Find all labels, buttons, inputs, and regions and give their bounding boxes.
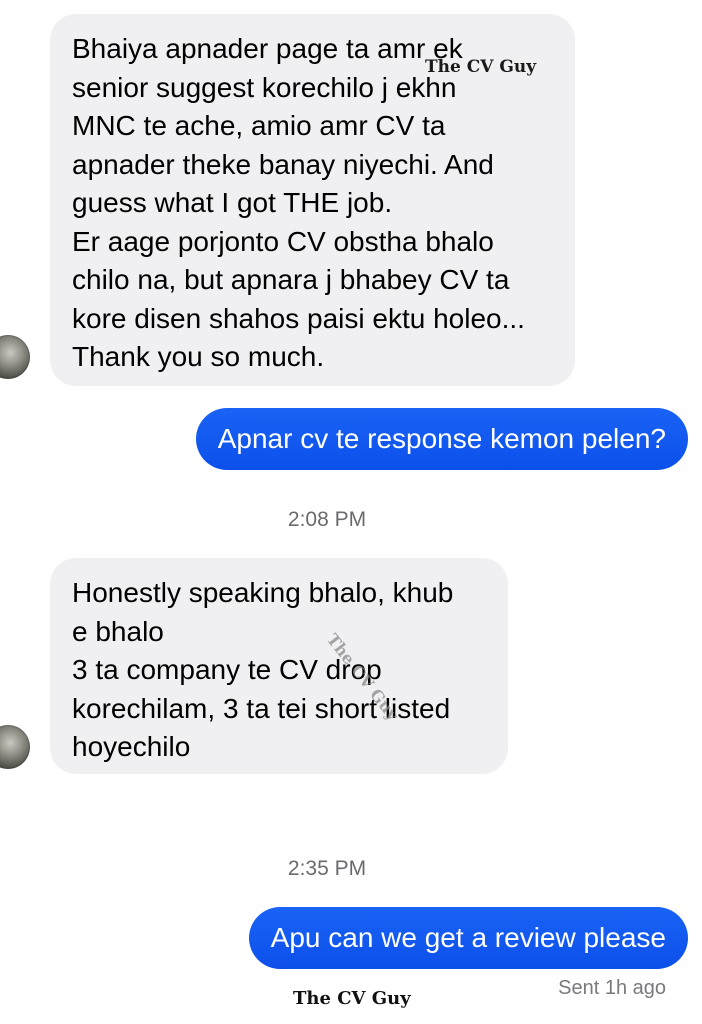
message-line: hoyechilo bbox=[72, 731, 191, 762]
message-line: Honestly speaking bhalo, khub bbox=[72, 577, 454, 608]
message-line: kore disen shahos paisi ektu holeo... bbox=[72, 302, 525, 334]
contact-avatar[interactable] bbox=[0, 725, 30, 769]
message-line: korechilam, 3 ta tei short listed bbox=[72, 692, 451, 724]
message-timestamp: 2:08 PM bbox=[287, 508, 367, 531]
incoming-message-bubble[interactable]: Honestly speaking bhalo, khub e bhalo 3 … bbox=[50, 558, 508, 774]
message-line: Er aage porjonto CV obstha bhalo bbox=[72, 225, 494, 257]
contact-avatar[interactable] bbox=[0, 335, 30, 379]
outgoing-message-bubble[interactable]: Apu can we get a review please bbox=[248, 907, 688, 969]
watermark-text: The CV Guy bbox=[293, 988, 411, 1009]
sent-status: Sent 1h ago bbox=[558, 977, 666, 999]
message-line: e bhalo bbox=[72, 615, 164, 647]
message-line: chilo na, but apnara j bhabey CV ta bbox=[72, 264, 510, 295]
message-timestamp: 2:35 PM bbox=[287, 857, 367, 880]
watermark-text: The CV Guy bbox=[425, 57, 537, 77]
message-line: MNC te ache, amio amr CV ta bbox=[72, 110, 446, 141]
message-thread: Bhaiya apnader page ta amr ek senior sug… bbox=[0, 0, 702, 1024]
message-line: guess what I got THE job. bbox=[72, 187, 393, 218]
message-line: apnader theke banay niyechi. And bbox=[72, 148, 494, 180]
message-line: Thank you so much. bbox=[72, 341, 325, 372]
outgoing-message-bubble[interactable]: Apnar cv te response kemon pelen? bbox=[195, 408, 688, 470]
message-line: 3 ta company te CV drop bbox=[72, 654, 382, 685]
